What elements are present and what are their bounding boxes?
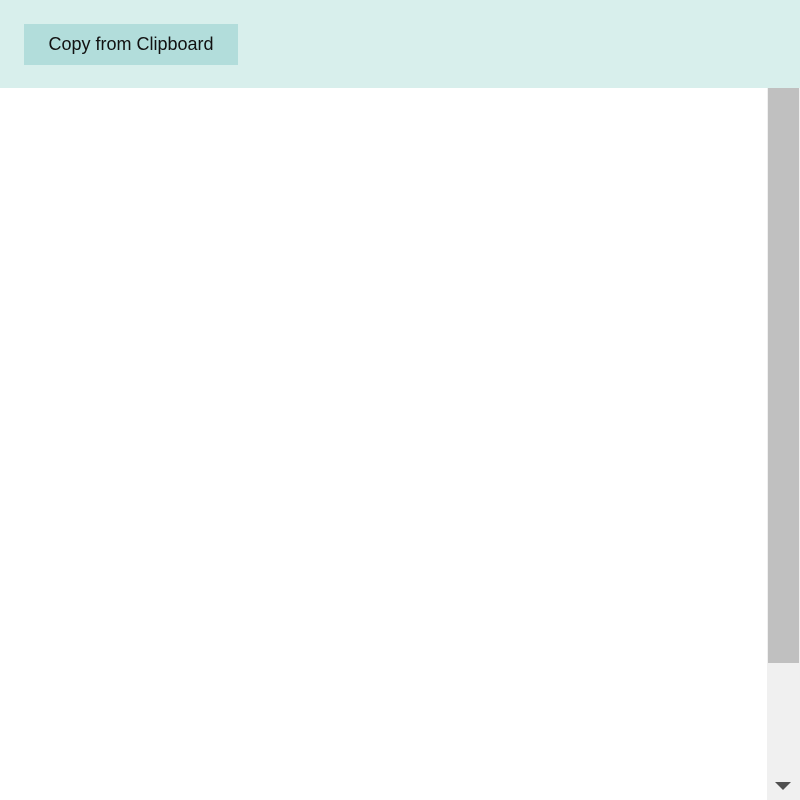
content-area[interactable] [0,88,767,800]
scroll-down-arrow-icon[interactable] [767,772,800,800]
vertical-scrollbar[interactable] [767,88,800,800]
copy-from-clipboard-button[interactable]: Copy from Clipboard [24,24,238,65]
scrollbar-thumb[interactable] [768,88,799,663]
toolbar: Copy from Clipboard [0,0,800,88]
